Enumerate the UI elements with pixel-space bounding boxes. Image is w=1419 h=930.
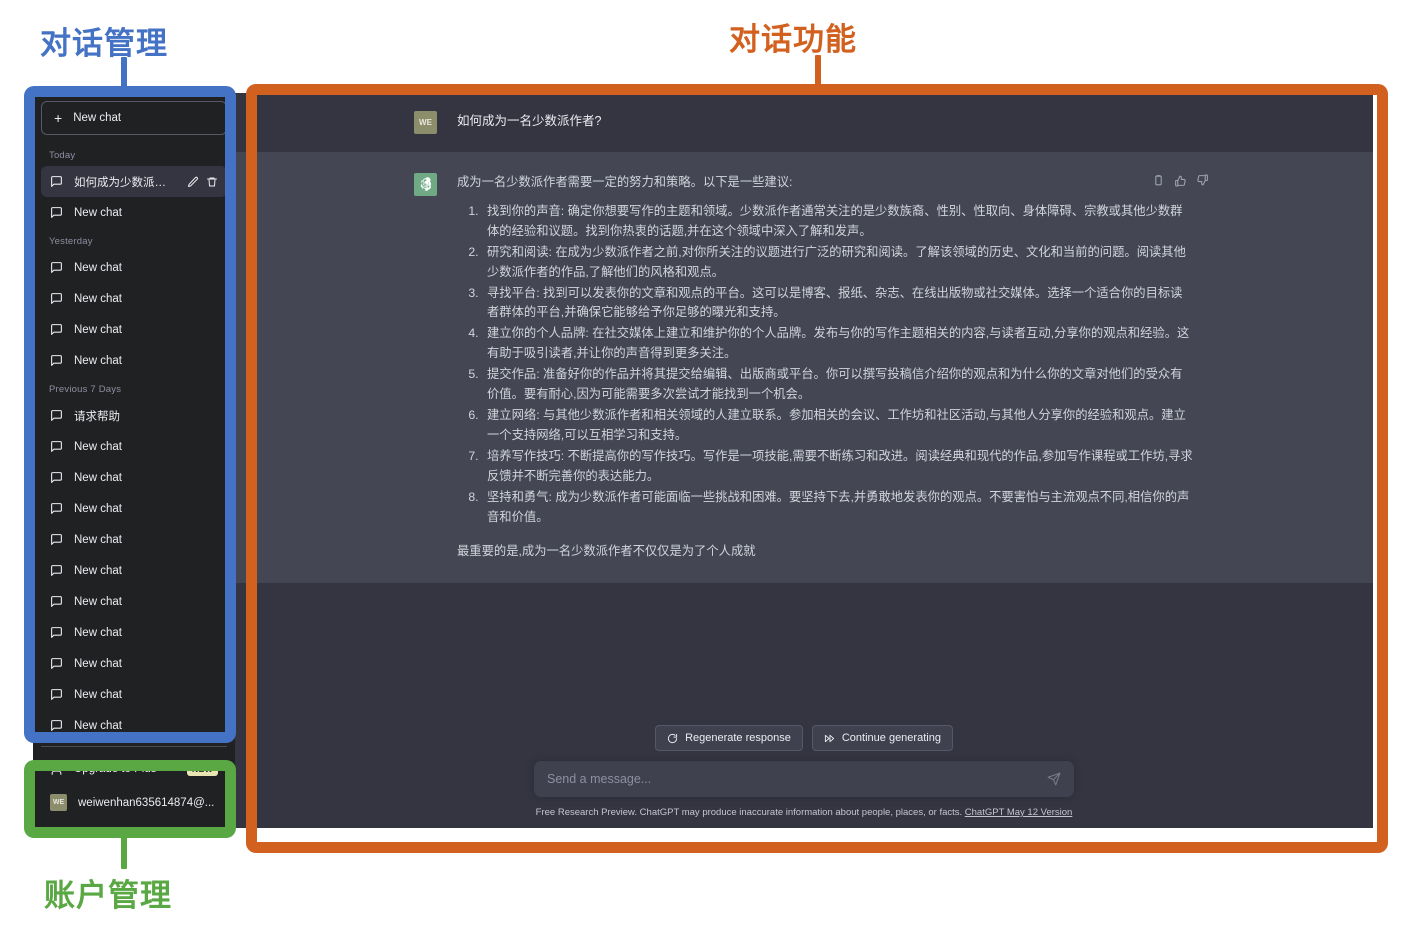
screenshot-root: 对话管理 对话功能 账户管理 + New chat Today 如何成为少数派作者… xyxy=(0,0,1419,930)
annotation-box-account xyxy=(24,760,236,838)
annotation-box-sidebar xyxy=(24,86,236,743)
annotation-label-account: 账户管理 xyxy=(44,878,172,913)
annotation-tick-account xyxy=(121,836,127,869)
annotation-label-conversation: 对话功能 xyxy=(729,22,857,57)
annotation-box-conversation xyxy=(246,84,1388,853)
annotation-label-sidebar: 对话管理 xyxy=(40,26,168,61)
